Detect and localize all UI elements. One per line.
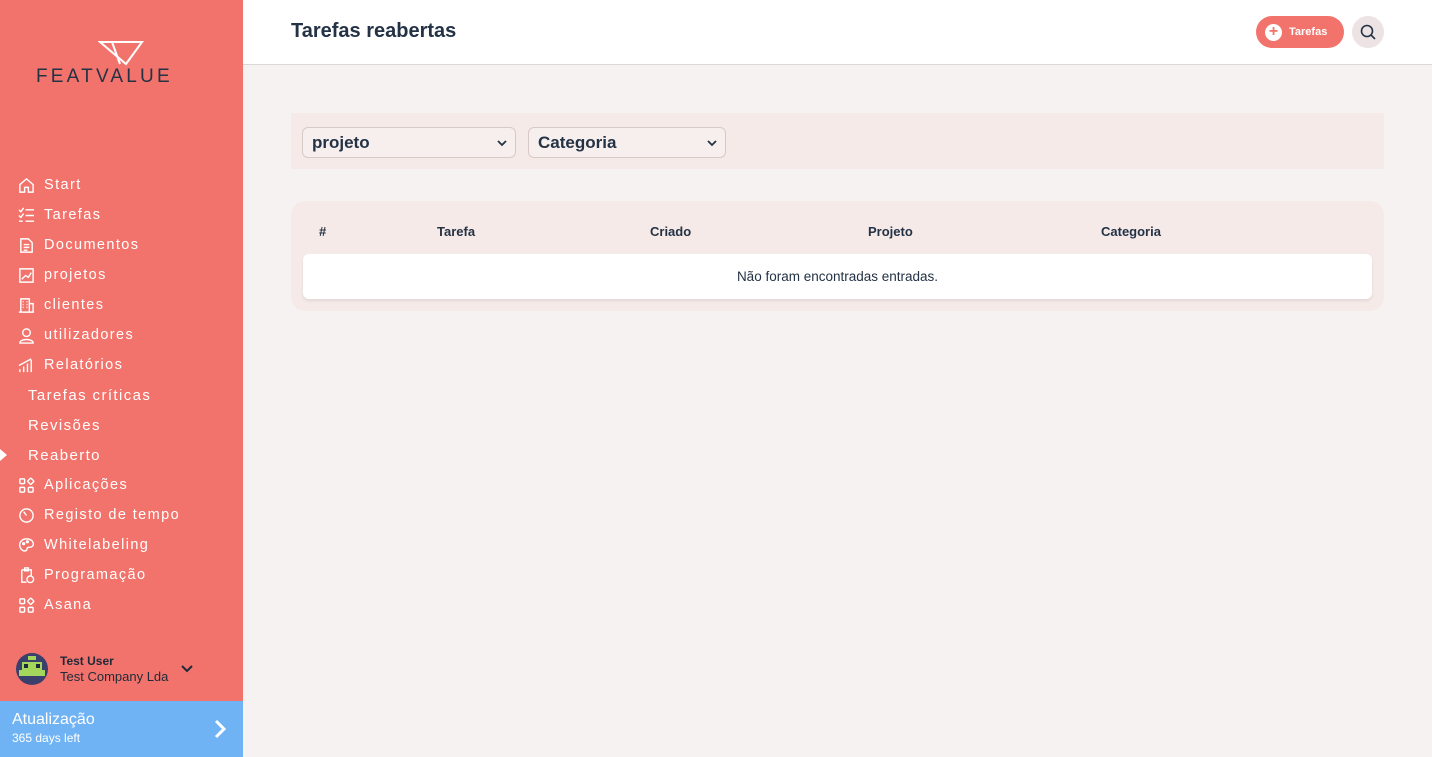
- empty-state-row: Não foram encontradas entradas.: [303, 254, 1372, 299]
- sidebar-item-label: Registo de tempo: [44, 507, 181, 523]
- avatar: [16, 653, 48, 685]
- sidebar-item-whitelabeling[interactable]: Whitelabeling: [0, 530, 243, 560]
- sidebar-item-label: clientes: [44, 297, 105, 313]
- upgrade-subtitle: 365 days left: [12, 731, 81, 745]
- sidebar-item-aplicacoes[interactable]: Aplicações: [0, 470, 243, 500]
- user-icon: [17, 326, 35, 344]
- sidebar-item-label: Tarefas: [44, 207, 102, 223]
- chevron-right-icon: [214, 719, 227, 739]
- sidebar-item-label: Reaberto: [28, 446, 101, 464]
- apps-icon: [17, 596, 35, 614]
- sidebar-item-label: Revisões: [28, 416, 101, 434]
- sidebar-item-label: Documentos: [44, 237, 140, 253]
- clipboard-clock-icon: [17, 566, 35, 584]
- project-select-value: projeto: [312, 132, 370, 152]
- column-header-projeto[interactable]: Projeto: [868, 224, 913, 239]
- document-icon: [17, 236, 35, 254]
- column-header-number[interactable]: #: [319, 224, 326, 239]
- search-icon: [1360, 24, 1376, 40]
- user-company: Test Company Lda: [60, 669, 169, 684]
- upgrade-title: Atualização: [12, 711, 95, 728]
- column-header-categoria[interactable]: Categoria: [1101, 224, 1161, 239]
- page-title: Tarefas reabertas: [291, 20, 457, 42]
- sidebar-item-reaberto[interactable]: Reaberto: [0, 440, 243, 470]
- building-icon: [17, 296, 35, 314]
- sidebar-item-label: Asana: [44, 597, 93, 613]
- sidebar-item-label: Whitelabeling: [44, 537, 150, 553]
- home-icon: [17, 176, 35, 194]
- column-header-criado[interactable]: Criado: [650, 224, 691, 239]
- add-task-button[interactable]: + Tarefas: [1256, 16, 1344, 48]
- chevron-down-icon[interactable]: [180, 662, 194, 676]
- tasks-table: # Tarefa Criado Projeto Categoria Não fo…: [291, 201, 1384, 311]
- sidebar: FEATVALUE Start Tarefas Documentos proje…: [0, 0, 243, 757]
- category-select-value: Categoria: [538, 132, 617, 152]
- sidebar-item-revisoes[interactable]: Revisões: [0, 410, 243, 440]
- sidebar-item-documentos[interactable]: Documentos: [0, 230, 243, 260]
- chevron-down-icon: [707, 140, 717, 147]
- sidebar-item-label: Tarefas críticas: [28, 386, 152, 404]
- timer-icon: [17, 506, 35, 524]
- column-header-tarefa[interactable]: Tarefa: [437, 224, 475, 239]
- chevron-down-icon: [497, 140, 507, 147]
- project-select[interactable]: projeto: [302, 127, 516, 158]
- sidebar-item-label: Start: [44, 177, 82, 193]
- sidebar-nav: Start Tarefas Documentos projetos client…: [0, 170, 243, 620]
- logo-mark-icon: [98, 41, 144, 66]
- upgrade-banner[interactable]: Atualização 365 days left: [0, 701, 243, 757]
- search-button[interactable]: [1352, 16, 1384, 48]
- bar-chart-icon: [17, 356, 35, 374]
- sidebar-item-utilizadores[interactable]: utilizadores: [0, 320, 243, 350]
- apps-icon: [17, 476, 35, 494]
- logo-text: FEATVALUE: [36, 66, 173, 87]
- sidebar-item-programacao[interactable]: Programação: [0, 560, 243, 590]
- checklist-icon: [17, 206, 35, 224]
- sidebar-item-tarefas[interactable]: Tarefas: [0, 200, 243, 230]
- sidebar-item-tarefas-criticas[interactable]: Tarefas críticas: [0, 380, 243, 410]
- sidebar-item-clientes[interactable]: clientes: [0, 290, 243, 320]
- plus-icon: +: [1265, 23, 1282, 41]
- sidebar-item-label: utilizadores: [44, 327, 135, 343]
- header: Tarefas reabertas + Tarefas: [243, 0, 1432, 65]
- category-select[interactable]: Categoria: [528, 127, 726, 158]
- sidebar-item-registo-de-tempo[interactable]: Registo de tempo: [0, 500, 243, 530]
- sidebar-item-projetos[interactable]: projetos: [0, 260, 243, 290]
- add-task-label: Tarefas: [1289, 26, 1328, 38]
- logo[interactable]: FEATVALUE: [36, 40, 208, 90]
- palette-icon: [17, 536, 35, 554]
- sidebar-item-label: projetos: [44, 267, 107, 283]
- user-menu[interactable]: Test User Test Company Lda: [16, 652, 231, 686]
- sidebar-item-asana[interactable]: Asana: [0, 590, 243, 620]
- filter-bar: projeto Categoria: [291, 113, 1384, 169]
- sidebar-item-label: Programação: [44, 567, 147, 583]
- chart-icon: [17, 266, 35, 284]
- sidebar-item-start[interactable]: Start: [0, 170, 243, 200]
- sidebar-item-label: Relatórios: [44, 357, 124, 373]
- sidebar-item-label: Aplicações: [44, 477, 129, 493]
- user-name: Test User: [60, 654, 114, 668]
- sidebar-item-relatorios[interactable]: Relatórios: [0, 350, 243, 380]
